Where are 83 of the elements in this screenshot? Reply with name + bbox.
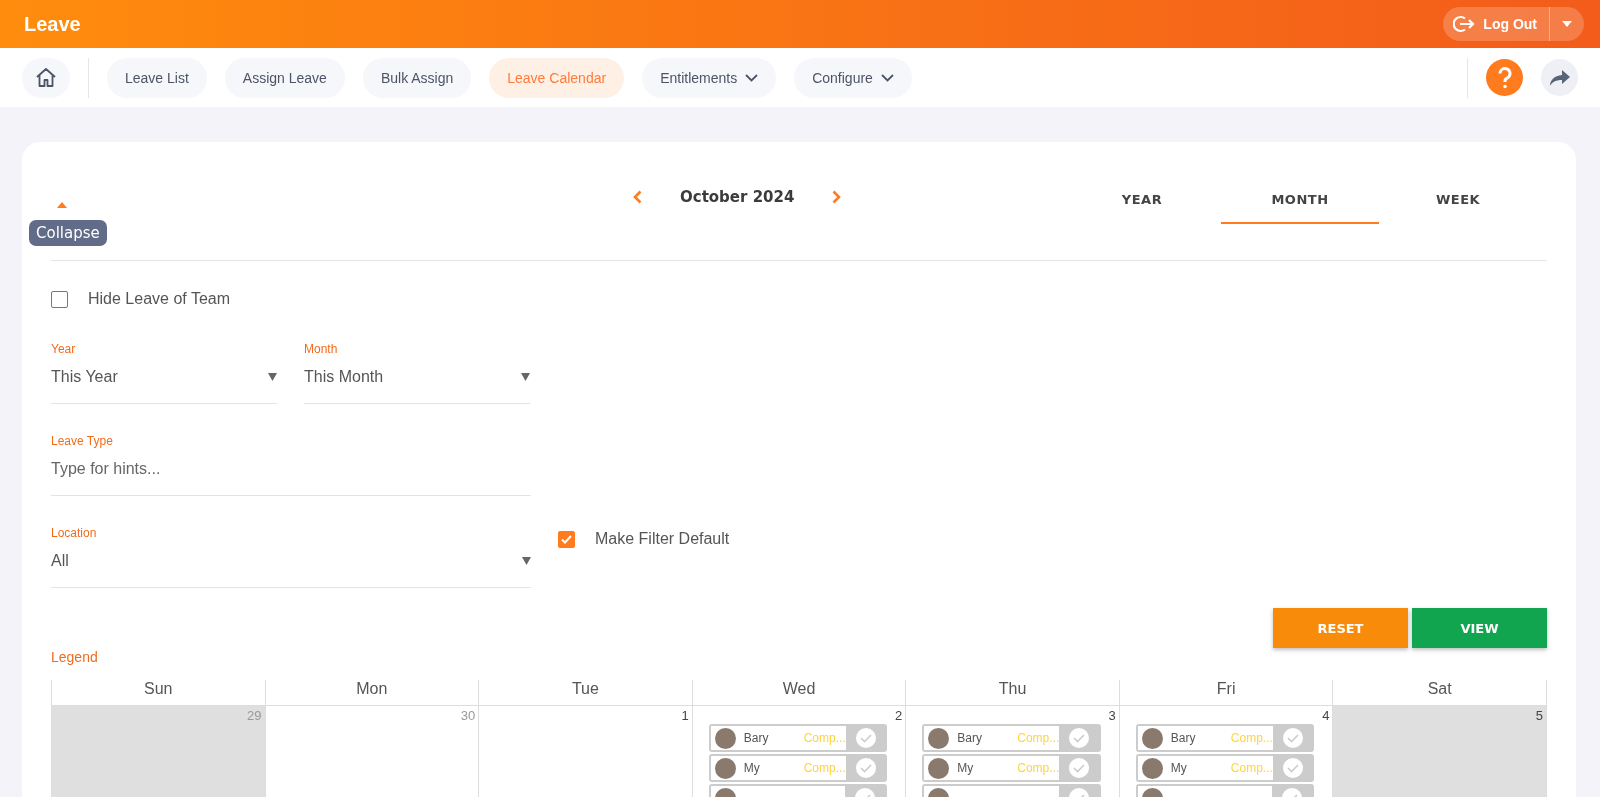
- check-circle-icon: [1282, 728, 1303, 748]
- day-number: 3: [1107, 708, 1116, 722]
- employee-name: Bary: [1170, 731, 1197, 745]
- help-button[interactable]: [1486, 59, 1523, 96]
- checkbox[interactable]: [558, 530, 575, 548]
- caret-icon: [521, 373, 530, 381]
- weekday-header: Fri: [1119, 680, 1334, 706]
- view-tab[interactable]: WEEK: [1379, 176, 1537, 224]
- leave-type: Comp...: [803, 731, 846, 745]
- logout-icon: [1453, 14, 1476, 34]
- leave-type: Comp...: [1017, 761, 1060, 775]
- chevron-right-button[interactable]: [832, 190, 842, 204]
- employee-name: Bary: [743, 731, 770, 745]
- home-button[interactable]: [22, 57, 70, 98]
- leave-type: Comp...: [1230, 761, 1273, 775]
- select-field[interactable]: This Month: [304, 368, 530, 386]
- leave-entry[interactable]: Bary Comp...: [922, 724, 1101, 752]
- view-tab[interactable]: MONTH: [1221, 176, 1379, 224]
- leave-entry[interactable]: My Comp...: [708, 754, 888, 782]
- chevron-left-icon: [633, 190, 642, 204]
- day-number: 1: [680, 708, 689, 722]
- leave-entry[interactable]: Bary Comp...: [1135, 724, 1315, 752]
- check-circle-icon: [855, 758, 876, 778]
- share-arrow-icon: [1549, 69, 1570, 86]
- leave-type: Comp...: [1230, 731, 1273, 745]
- avatar: [1141, 727, 1163, 749]
- input-field[interactable]: Type for hints...: [51, 460, 531, 478]
- weekday-header: Tue: [479, 680, 693, 706]
- field-label: Leave Type: [51, 434, 114, 448]
- select-field[interactable]: This Year: [51, 368, 277, 386]
- check-circle-icon: [1282, 758, 1303, 778]
- nav-tab[interactable]: Assign Leave: [224, 57, 345, 98]
- employee-name: My: [743, 761, 761, 775]
- caret-icon: [522, 557, 531, 565]
- leave-type: Comp...: [1017, 731, 1060, 745]
- employee-name: My: [1170, 761, 1188, 775]
- leave-entry[interactable]: My Comp...: [1135, 754, 1315, 782]
- weekday-header: Mon: [265, 680, 480, 706]
- share-button[interactable]: [1541, 59, 1578, 96]
- field-label: Month: [304, 342, 339, 356]
- nav-tab[interactable]: Configure: [794, 57, 912, 98]
- avatar: [714, 727, 736, 749]
- view-tab[interactable]: YEAR: [1063, 176, 1221, 224]
- checkmark-icon: [561, 534, 572, 544]
- tooltip: Collapse: [29, 220, 107, 246]
- day-number: 5: [1534, 708, 1543, 722]
- question-mark-icon: [1497, 66, 1512, 89]
- select-field[interactable]: All: [51, 552, 531, 570]
- period-label: October 2024: [680, 188, 795, 206]
- home-icon: [35, 66, 57, 89]
- caret-icon: [1562, 21, 1572, 27]
- caret-icon: [268, 373, 277, 381]
- checkbox[interactable]: [51, 290, 68, 308]
- check-circle-icon: [855, 728, 876, 748]
- nav-tab[interactable]: Leave List: [107, 57, 207, 98]
- employee-name: Bary: [957, 731, 983, 745]
- day-number: 2: [894, 708, 903, 722]
- weekday-header: Wed: [692, 680, 907, 706]
- leave-entry[interactable]: Bary Comp...: [708, 724, 888, 752]
- nav-tab[interactable]: Entitlements: [642, 57, 777, 98]
- app-title: Leave: [24, 12, 81, 36]
- day-number: 29: [246, 708, 262, 722]
- field-label: Location: [51, 526, 98, 540]
- avatar: [1141, 757, 1163, 779]
- weekday-header: Thu: [906, 680, 1120, 706]
- checkbox-label: Hide Leave of Team: [88, 290, 230, 308]
- leave-entry[interactable]: My Comp...: [922, 754, 1101, 782]
- avatar: [928, 727, 950, 749]
- chevron-left-button[interactable]: [633, 190, 642, 204]
- check-circle-icon: [1069, 728, 1090, 748]
- avatar: [714, 757, 736, 779]
- check-circle-icon: [1069, 758, 1090, 778]
- collapse-arrow-icon[interactable]: [57, 202, 67, 208]
- field-label: Year: [51, 342, 77, 356]
- legend-label: Legend: [51, 649, 98, 665]
- day-number: 30: [459, 708, 476, 722]
- nav-tab[interactable]: Bulk Assign: [362, 57, 472, 98]
- avatar: [928, 757, 950, 779]
- day-number: 4: [1321, 708, 1330, 722]
- chevron-right-icon: [832, 190, 842, 204]
- employee-name: My: [957, 761, 975, 775]
- leave-type: Comp...: [803, 761, 846, 775]
- checkbox-label: Make Filter Default: [595, 530, 730, 548]
